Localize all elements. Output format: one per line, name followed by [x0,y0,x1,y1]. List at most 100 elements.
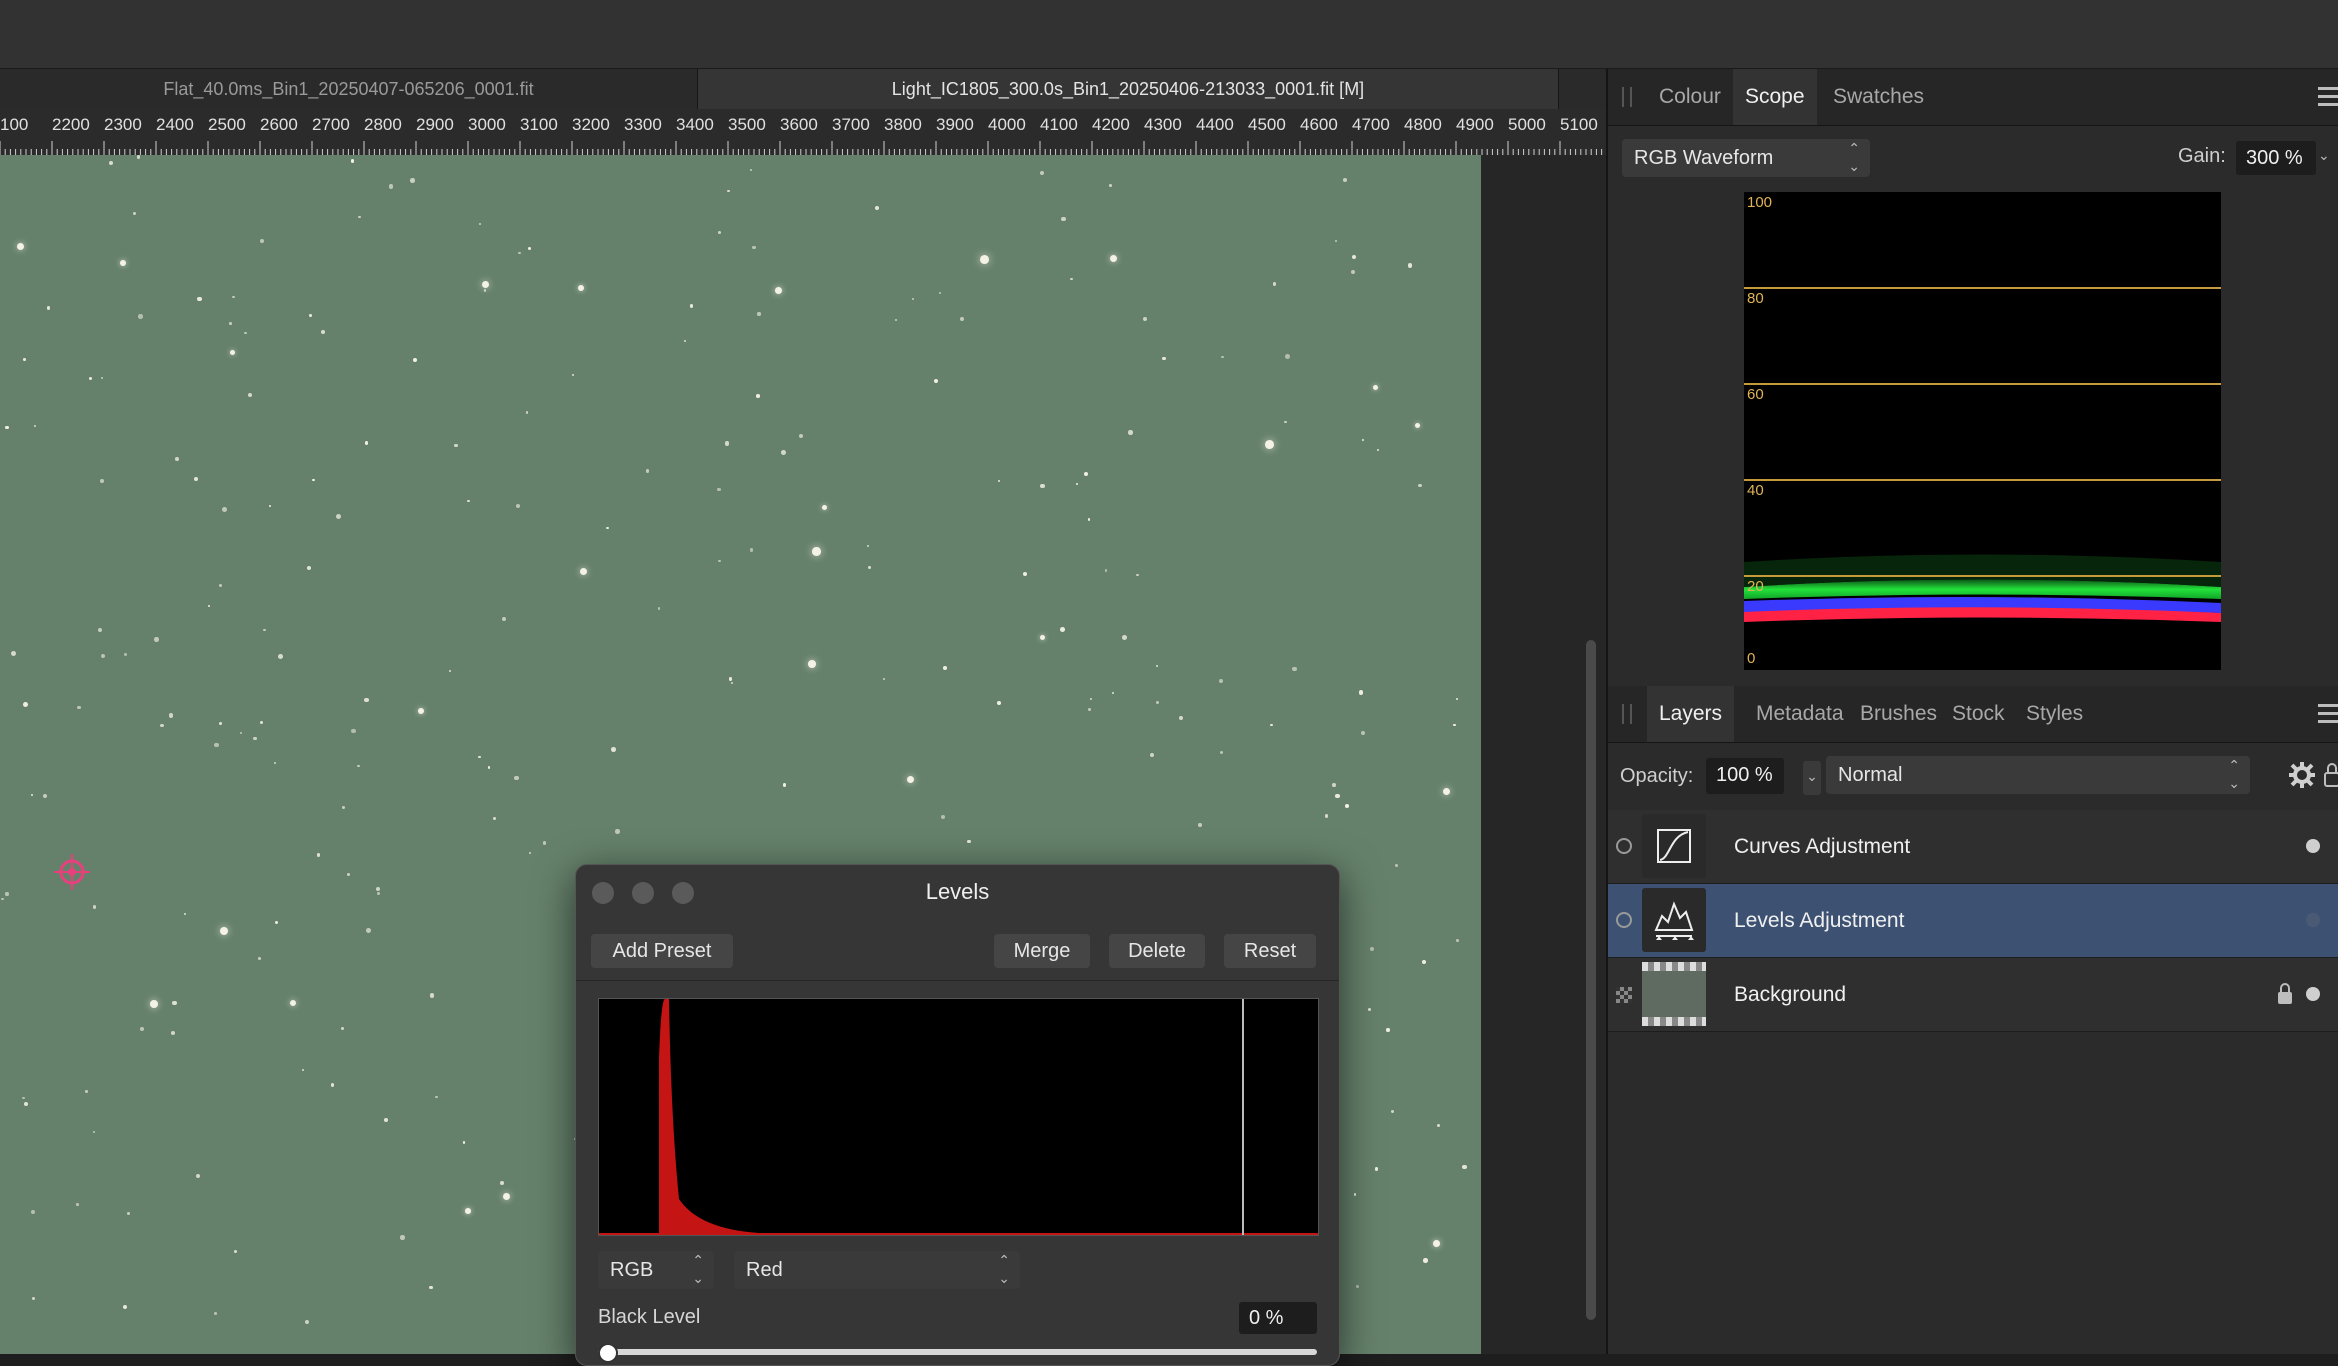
star [1284,420,1287,423]
gain-input[interactable]: 300 % [2236,141,2316,175]
star [136,155,141,159]
reset-button[interactable]: Reset [1224,934,1316,968]
star [208,604,211,607]
star [1061,216,1066,222]
layer-name: Background [1734,983,1847,1006]
scope-mode-select[interactable]: RGB Waveform ⌃ ⌄ [1622,139,1870,177]
star [874,206,879,211]
star [429,993,435,998]
star [1023,571,1028,576]
star [503,1193,510,1200]
star [571,373,574,376]
layer-lock-icon[interactable] [2276,982,2294,1006]
tab-styles[interactable]: Styles [2014,686,2095,742]
star [812,547,821,556]
ruler-label: 4900 [1456,115,1494,134]
star [154,636,159,642]
star [239,731,243,735]
black-level-slider-track[interactable] [598,1349,1317,1355]
star [1285,353,1291,359]
star [907,776,915,784]
star [363,697,369,703]
tab-layers[interactable]: Layers [1647,686,1735,742]
panel-menu-icon[interactable] [2318,87,2338,107]
star [717,487,721,492]
star [1407,263,1413,269]
panel-menu-icon[interactable] [2318,704,2338,724]
visibility-dot-icon[interactable] [2306,839,2320,853]
star [757,312,761,316]
star [515,503,521,508]
tab-swatches[interactable]: Swatches [1821,69,1936,125]
ruler-label: 4400 [1196,115,1234,134]
star [1220,750,1224,754]
ruler-label: 3000 [468,115,506,134]
star [578,285,584,291]
document-tab-flat[interactable]: Flat_40.0ms_Bin1_20250407-065206_0001.fi… [0,69,698,109]
adjustment-visibility-icon[interactable] [1616,838,1632,854]
blend-mode-select[interactable]: Normal ⌃ ⌄ [1826,756,2250,794]
ruler-label: 4500 [1248,115,1286,134]
panel-grip-icon[interactable] [1622,704,1632,724]
star [350,159,355,163]
star [1356,1285,1360,1289]
waveform-label-100: 100 [1747,194,1773,211]
star [482,281,490,289]
levels-histogram[interactable] [598,998,1319,1236]
tab-brushes[interactable]: Brushes [1848,686,1949,742]
star [684,339,687,343]
black-level-input[interactable]: 0 % [1239,1302,1317,1334]
channel-select[interactable]: Red ⌃ ⌄ [734,1251,1020,1289]
star [1324,814,1329,818]
star [305,1319,310,1324]
vertical-scrollbar[interactable] [1586,640,1596,1320]
waveform-line-20 [1744,575,2221,577]
lock-icon[interactable] [2322,761,2338,789]
visibility-dot-icon[interactable] [2306,987,2320,1001]
star [1162,357,1166,361]
star [1373,385,1379,391]
layer-row-levels[interactable]: Levels Adjustment [1608,884,2338,958]
ruler-label: 100 [0,115,29,134]
tab-colour[interactable]: Colour [1647,69,1733,125]
star [1334,239,1338,243]
star [1070,277,1073,281]
star [31,1209,36,1214]
opacity-dropdown-chevron-icon[interactable]: ⌄ [1803,761,1821,795]
adjustment-visibility-icon[interactable] [1616,912,1632,928]
star [100,376,103,379]
star [377,892,381,896]
channel-mode-select[interactable]: RGB ⌃ ⌄ [598,1251,714,1289]
ruler-label: 3500 [728,115,766,134]
updown-arrows-icon: ⌃ ⌄ [692,1252,704,1286]
star [980,255,989,264]
star [98,628,103,633]
star [941,814,946,820]
layer-row-background[interactable]: Background [1608,958,2338,1032]
waveform-graph [1744,554,2221,622]
tab-scope[interactable]: Scope [1733,69,1817,125]
star [467,499,470,503]
ruler-label: 4600 [1300,115,1338,134]
updown-arrows-icon: ⌃ ⌄ [1848,140,1860,174]
ruler-label: 3300 [624,115,662,134]
star [230,350,236,356]
black-level-slider-handle[interactable] [598,1343,618,1363]
star [728,677,733,681]
merge-button[interactable]: Merge [994,934,1090,968]
opacity-input[interactable]: 100 % [1706,758,1784,794]
visibility-dot-icon[interactable] [2306,913,2320,927]
app-titlebar [0,0,2338,69]
document-tab-light[interactable]: Light_IC1805_300.0s_Bin1_20250406-213033… [698,69,1559,109]
gear-icon[interactable] [2288,761,2316,789]
star [799,434,804,439]
add-preset-button[interactable]: Add Preset [591,934,733,968]
star [358,215,361,219]
panel-grip-icon[interactable] [1622,87,1632,107]
tab-stock[interactable]: Stock [1940,686,2017,742]
delete-button[interactable]: Delete [1109,934,1205,968]
layer-row-curves[interactable]: Curves Adjustment [1608,810,2338,884]
star [341,805,346,810]
gain-dropdown-chevron-icon[interactable]: ⌄ [2318,147,2330,164]
tab-metadata[interactable]: Metadata [1744,686,1856,742]
